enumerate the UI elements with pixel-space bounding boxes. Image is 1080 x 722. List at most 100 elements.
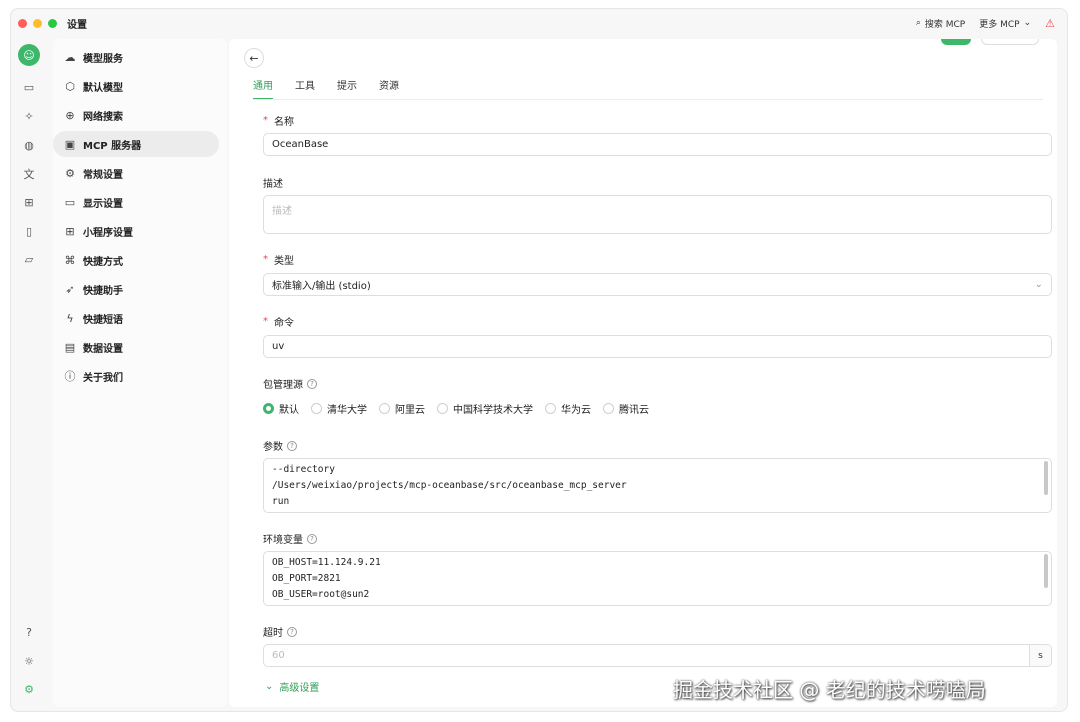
theme-icon[interactable]: ☼ xyxy=(19,651,39,671)
env-label-text: 环境变量 xyxy=(263,535,303,546)
command-label-text: 命令 xyxy=(274,318,294,329)
enable-toggle[interactable] xyxy=(941,39,971,45)
palette-icon[interactable]: ◍ xyxy=(19,135,39,155)
env-scrollbar[interactable] xyxy=(1044,554,1048,588)
maximize-window-button[interactable] xyxy=(48,18,57,28)
search-mcp-button[interactable]: ⌕ 搜索 MCP xyxy=(916,17,965,30)
warning-icon[interactable]: ⚠ xyxy=(1045,17,1055,30)
close-window-button[interactable] xyxy=(18,18,27,28)
type-select[interactable]: 标准输入/输出 (stdio) ⌄ xyxy=(263,273,1052,296)
document-icon[interactable]: ▯ xyxy=(19,221,39,241)
args-textarea[interactable]: --directory /Users/weixiao/projects/mcp-… xyxy=(263,458,1052,513)
menu-item-about[interactable]: ⓘ 关于我们 xyxy=(53,363,219,389)
args-scrollbar[interactable] xyxy=(1044,461,1048,495)
menu-item-mini-apps[interactable]: ⊞ 小程序设置 xyxy=(53,218,219,244)
chat-icon[interactable]: ▭ xyxy=(19,77,39,97)
required-marker: * xyxy=(263,115,268,126)
radio-label: 默认 xyxy=(279,405,299,416)
back-button[interactable]: ← xyxy=(244,48,264,68)
radio-label: 清华大学 xyxy=(327,405,367,416)
menu-item-label: 快捷助手 xyxy=(83,285,123,297)
help-icon[interactable]: ? xyxy=(19,622,39,642)
header-controls xyxy=(941,39,1039,45)
args-label-text: 参数 xyxy=(263,442,283,453)
folder-icon[interactable]: ▱ xyxy=(19,249,39,269)
storage-icon: ▤ xyxy=(64,340,76,354)
radio-tencent[interactable]: 腾讯云 xyxy=(603,401,649,416)
help-circle-icon[interactable]: ? xyxy=(287,440,297,451)
radio-label: 腾讯云 xyxy=(619,405,649,416)
menu-item-display[interactable]: ▭ 显示设置 xyxy=(53,189,219,215)
more-mcp-label: 更多 MCP xyxy=(979,19,1020,30)
args-label: 参数 ? xyxy=(263,438,297,453)
sparkle-icon[interactable]: ✧ xyxy=(19,106,39,126)
command-input[interactable]: uv xyxy=(263,335,1052,358)
command-input-value: uv xyxy=(272,341,285,352)
menu-item-data[interactable]: ▤ 数据设置 xyxy=(53,334,219,360)
env-line: OB_USER=root@sun2 xyxy=(272,589,370,600)
timeout-input[interactable]: 60 s xyxy=(263,644,1052,667)
title-bar-actions: ⌕ 搜索 MCP 更多 MCP ⌄ ⚠ xyxy=(916,9,1055,37)
timeout-unit: s xyxy=(1029,645,1051,666)
args-line: --directory xyxy=(272,464,335,475)
menu-item-default-model[interactable]: ⬡ 默认模型 xyxy=(53,73,219,99)
menu-item-label: 快捷短语 xyxy=(83,314,123,326)
radio-default[interactable]: 默认 xyxy=(263,401,299,416)
menu-item-label: 模型服务 xyxy=(83,53,123,65)
minimize-window-button[interactable] xyxy=(33,18,42,28)
apps-icon[interactable]: ⊞ xyxy=(19,192,39,212)
type-select-value: 标准输入/输出 (stdio) xyxy=(272,281,371,292)
name-label: * 名称 xyxy=(263,113,294,128)
help-circle-icon[interactable]: ? xyxy=(287,626,297,637)
settings-window: 设置 ⌕ 搜索 MCP 更多 MCP ⌄ ⚠ ☺ ▭ ✧ ◍ 文 ⊞ ▯ ▱ ?… xyxy=(10,8,1068,712)
description-textarea[interactable]: 描述 xyxy=(263,195,1052,234)
menu-item-web-search[interactable]: ⊕ 网络搜索 xyxy=(53,102,219,128)
description-label-text: 描述 xyxy=(263,179,283,190)
grid-icon: ⊞ xyxy=(65,224,75,238)
menu-item-mcp-server[interactable]: ▣ MCP 服务器 xyxy=(53,131,219,157)
search-mcp-label: 搜索 MCP xyxy=(924,19,966,30)
menu-item-shortcuts[interactable]: ⌘ 快捷方式 xyxy=(53,247,219,273)
avatar-icon[interactable]: ☺ xyxy=(18,44,40,66)
name-input[interactable]: OceanBase xyxy=(263,133,1052,156)
registry-radio-group: 默认 清华大学 阿里云 中国科学技术大学 华为云 腾讯云 xyxy=(263,401,649,416)
env-line: OB_HOST=11.124.9.21 xyxy=(272,557,381,568)
radio-tsinghua[interactable]: 清华大学 xyxy=(311,401,367,416)
menu-item-general[interactable]: ⚙ 常规设置 xyxy=(53,160,219,186)
menu-item-model-service[interactable]: ☁ 模型服务 xyxy=(53,44,219,70)
radio-label: 阿里云 xyxy=(395,405,425,416)
tab-general[interactable]: 通用 xyxy=(253,77,273,100)
command-icon: ⌘ xyxy=(64,253,76,267)
required-marker: * xyxy=(263,254,268,265)
chevron-down-icon: ⌄ xyxy=(1034,279,1043,290)
type-label-text: 类型 xyxy=(274,256,294,267)
menu-item-quick-phrases[interactable]: ϟ 快捷短语 xyxy=(53,305,219,331)
sliders-icon: ⚙ xyxy=(65,166,75,180)
translate-icon[interactable]: 文 xyxy=(19,164,39,184)
advanced-settings-label: 高级设置 xyxy=(279,683,320,694)
tab-resources[interactable]: 资源 xyxy=(379,77,399,99)
env-textarea[interactable]: OB_HOST=11.124.9.21 OB_PORT=2821 OB_USER… xyxy=(263,551,1052,606)
save-button[interactable] xyxy=(981,39,1039,45)
env-label: 环境变量 ? xyxy=(263,531,317,546)
settings-icon[interactable]: ⚙ xyxy=(19,679,39,699)
cloud-icon: ☁ xyxy=(64,50,76,64)
menu-item-label: 网络搜索 xyxy=(83,111,123,123)
menu-item-label: MCP 服务器 xyxy=(83,140,142,152)
menu-item-quick-assistant[interactable]: ➶ 快捷助手 xyxy=(53,276,219,302)
radio-selected-indicator xyxy=(263,403,274,414)
tab-prompts[interactable]: 提示 xyxy=(337,77,357,99)
help-circle-icon[interactable]: ? xyxy=(307,533,317,544)
more-mcp-dropdown[interactable]: 更多 MCP ⌄ xyxy=(979,17,1031,30)
rocket-icon: ➶ xyxy=(65,282,75,296)
tab-tools[interactable]: 工具 xyxy=(295,77,315,99)
radio-ustc[interactable]: 中国科学技术大学 xyxy=(437,401,533,416)
menu-item-label: 关于我们 xyxy=(83,372,123,384)
globe-icon: ⊕ xyxy=(65,108,75,122)
advanced-settings-toggle[interactable]: ⌄ 高级设置 xyxy=(265,679,319,694)
title-bar: 设置 ⌕ 搜索 MCP 更多 MCP ⌄ ⚠ xyxy=(11,9,1067,37)
menu-item-label: 数据设置 xyxy=(83,343,123,355)
radio-huawei[interactable]: 华为云 xyxy=(545,401,591,416)
radio-aliyun[interactable]: 阿里云 xyxy=(379,401,425,416)
help-circle-icon[interactable]: ? xyxy=(307,378,317,389)
